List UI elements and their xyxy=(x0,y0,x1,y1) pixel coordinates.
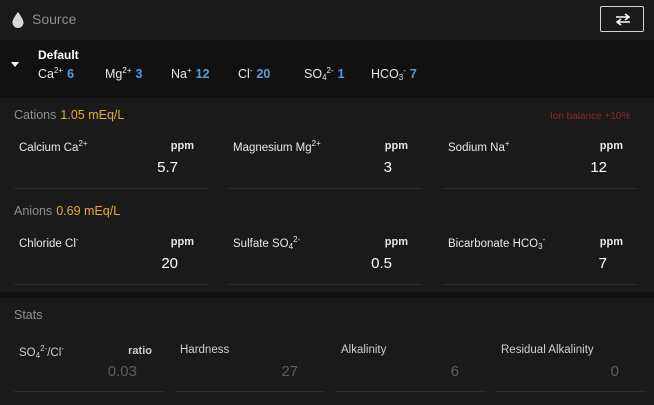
profile-name[interactable]: Default xyxy=(38,48,79,62)
hardness-value: 27 xyxy=(281,363,298,380)
calcium-value[interactable]: 5.7 xyxy=(157,159,178,176)
calcium-field[interactable]: Calcium Ca2+ ppm 5.7 xyxy=(14,139,208,189)
ion-chloride: Cl- 20 xyxy=(238,66,271,81)
hardness-stat: Hardness 27 xyxy=(175,344,325,392)
alkalinity-value: 6 xyxy=(450,363,459,380)
cations-title: Cations 1.05 mEq/L xyxy=(14,108,125,122)
ion-bicarbonate: HCO3- 7 xyxy=(371,66,417,82)
swap-arrows-icon xyxy=(615,13,631,26)
sulfate-field[interactable]: Sulfate SO42- ppm 0.5 xyxy=(228,235,422,285)
header-title: Source xyxy=(32,11,77,27)
water-drop-icon xyxy=(12,12,24,28)
sodium-field[interactable]: Sodium Na+ ppm 12 xyxy=(443,139,637,189)
water-profile-summary: Default Ca2+ 6 Mg2+ 3 Na+ 12 Cl- 20 SO42- 1 H… xyxy=(0,40,654,92)
ratio-value: 0.03 xyxy=(107,363,137,380)
stats-title: Stats xyxy=(14,308,43,322)
anions-title: Anions 0.69 mEq/L xyxy=(14,204,121,218)
source-header: Source xyxy=(0,0,654,40)
sulfate-value[interactable]: 0.5 xyxy=(371,255,392,272)
residual-alkalinity-stat: Residual Alkalinity 0 xyxy=(496,344,646,392)
chloride-value[interactable]: 20 xyxy=(161,255,178,272)
magnesium-value[interactable]: 3 xyxy=(384,159,392,176)
sulfate-chloride-ratio: SO42-/Cl- ratio 0.03 xyxy=(14,344,164,392)
magnesium-field[interactable]: Magnesium Mg2+ ppm 3 xyxy=(228,139,422,189)
ion-calcium: Ca2+ 6 xyxy=(38,66,75,81)
bicarbonate-field[interactable]: Bicarbonate HCO3- ppm 7 xyxy=(443,235,637,285)
bicarbonate-value[interactable]: 7 xyxy=(599,255,607,272)
chloride-field[interactable]: Chloride Cl- ppm 20 xyxy=(14,235,208,285)
alkalinity-stat: Alkalinity 6 xyxy=(336,344,486,392)
ion-sodium: Na+ 12 xyxy=(171,66,210,81)
ion-magnesium: Mg2+ 3 xyxy=(105,66,143,81)
sodium-value[interactable]: 12 xyxy=(590,159,607,176)
swap-button[interactable] xyxy=(600,6,644,32)
ion-sulfate: SO42- 1 xyxy=(304,66,345,82)
caret-down-icon[interactable] xyxy=(11,62,19,67)
residual-alkalinity-value: 0 xyxy=(610,363,619,380)
ion-balance-warning: Ion balance +10% xyxy=(550,111,631,122)
